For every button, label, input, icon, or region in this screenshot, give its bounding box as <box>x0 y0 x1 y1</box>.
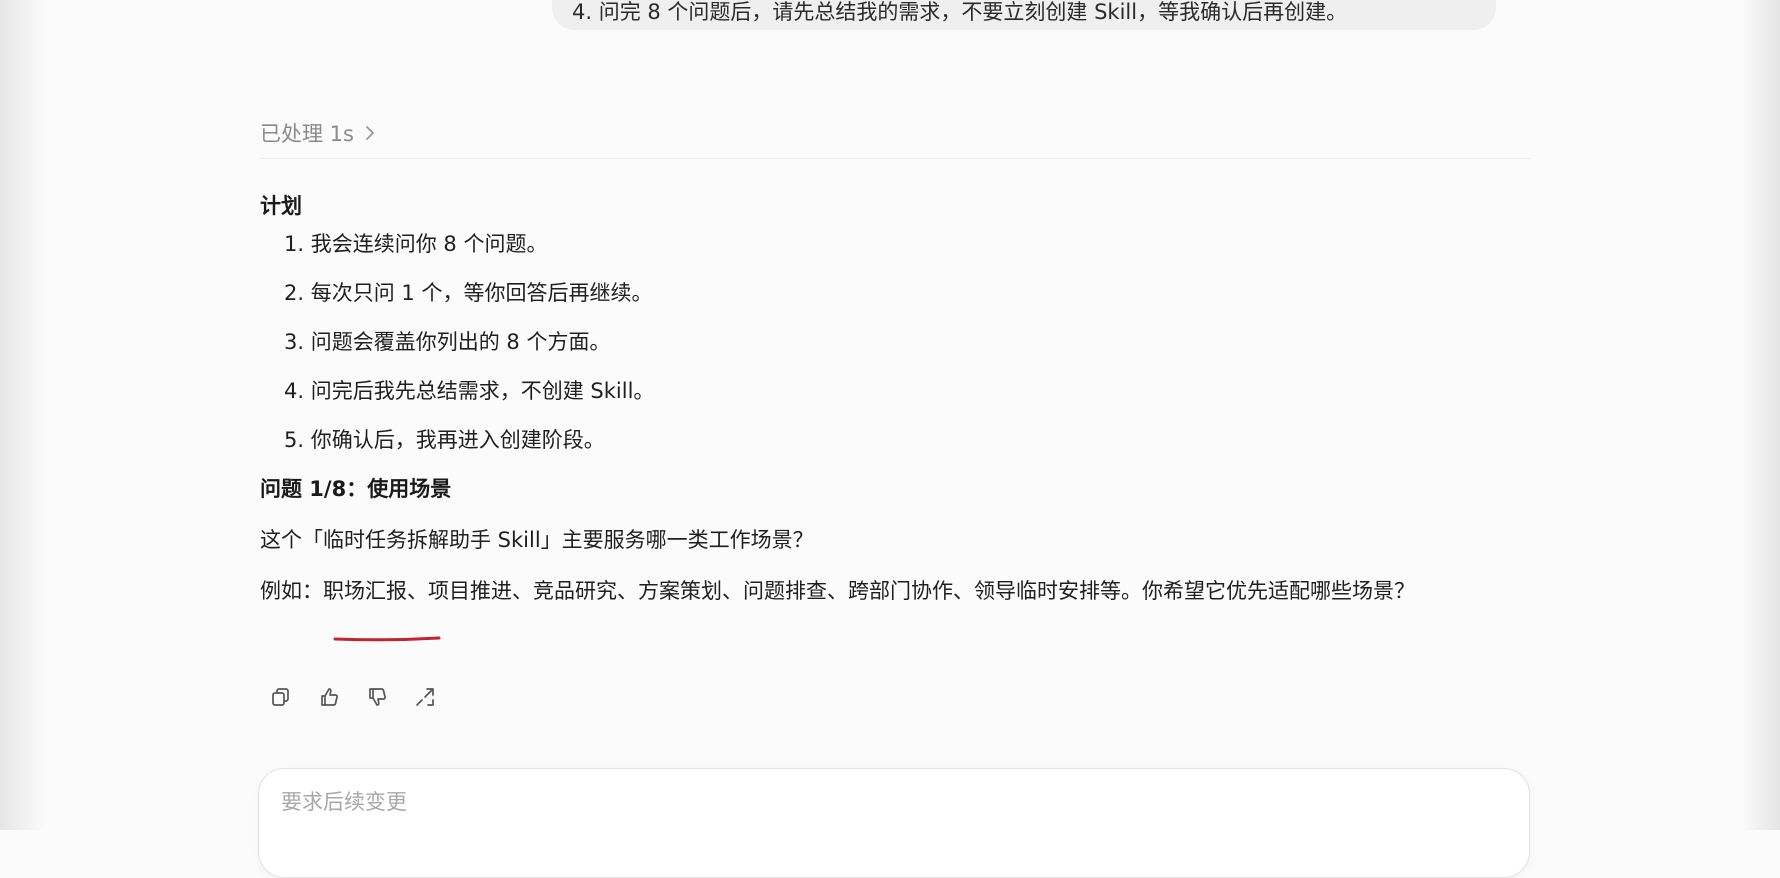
right-edge-shadow <box>1742 0 1780 830</box>
left-edge-shadow <box>0 0 46 830</box>
processed-label: 已处理 1s <box>260 122 354 146</box>
chevron-right-icon <box>364 125 376 141</box>
list-item: 4. 问完后我先总结需求，不创建 Skill。 <box>284 377 1530 405</box>
processed-toggle[interactable]: 已处理 1s <box>260 118 376 148</box>
thumbs-up-icon <box>321 688 338 706</box>
list-item: 1. 我会连续问你 8 个问题。 <box>284 230 1530 258</box>
plan-heading: 计划 <box>260 194 302 218</box>
list-item-number: 4. <box>284 379 305 403</box>
assistant-response: 计划 1. 我会连续问你 8 个问题。 2. 每次只问 1 个，等你回答后再继续… <box>260 192 1530 608</box>
user-message-text: 4. 问完 8 个问题后，请先总结我的需求，不要立刻创建 Skill，等我确认后… <box>572 0 1348 24</box>
composer <box>258 768 1530 878</box>
list-item-text: 问完后我先总结需求，不创建 Skill。 <box>310 379 655 403</box>
user-message-bubble: 4. 问完 8 个问题后，请先总结我的需求，不要立刻创建 Skill，等我确认后… <box>552 0 1496 30</box>
list-item-number: 1. <box>284 232 305 256</box>
question-heading: 问题 1/8：使用场景 <box>260 477 452 501</box>
thumbs-down-icon <box>369 688 386 706</box>
list-item-text: 你确认后，我再进入创建阶段。 <box>310 428 605 452</box>
thumbs-up-button[interactable] <box>316 684 342 710</box>
share-button[interactable] <box>412 684 438 710</box>
list-item-text: 我会连续问你 8 个问题。 <box>310 232 548 256</box>
message-actions <box>268 684 438 710</box>
list-item: 2. 每次只问 1 个，等你回答后再继续。 <box>284 279 1530 307</box>
red-underline-annotation <box>333 636 441 642</box>
plan-list: 1. 我会连续问你 8 个问题。 2. 每次只问 1 个，等你回答后再继续。 3… <box>260 230 1530 454</box>
copy-icon <box>272 688 289 706</box>
divider <box>260 158 1530 159</box>
list-item: 3. 问题会覆盖你列出的 8 个方面。 <box>284 328 1530 356</box>
question-text: 这个「临时任务拆解助手 Skill」主要服务哪一类工作场景？ <box>260 528 814 552</box>
list-item-text: 问题会覆盖你列出的 8 个方面。 <box>310 330 611 354</box>
copy-button[interactable] <box>268 684 294 710</box>
list-item-number: 3. <box>284 330 305 354</box>
list-item-number: 5. <box>284 428 305 452</box>
question-example: 例如：职场汇报、项目推进、竞品研究、方案策划、问题排查、跨部门协作、领导临时安排… <box>260 579 1415 603</box>
thumbs-down-button[interactable] <box>364 684 390 710</box>
list-item: 5. 你确认后，我再进入创建阶段。 <box>284 426 1530 454</box>
list-item-text: 每次只问 1 个，等你回答后再继续。 <box>310 281 653 305</box>
list-item-number: 2. <box>284 281 305 305</box>
follow-up-input[interactable] <box>279 789 1483 815</box>
share-icon <box>416 688 434 706</box>
